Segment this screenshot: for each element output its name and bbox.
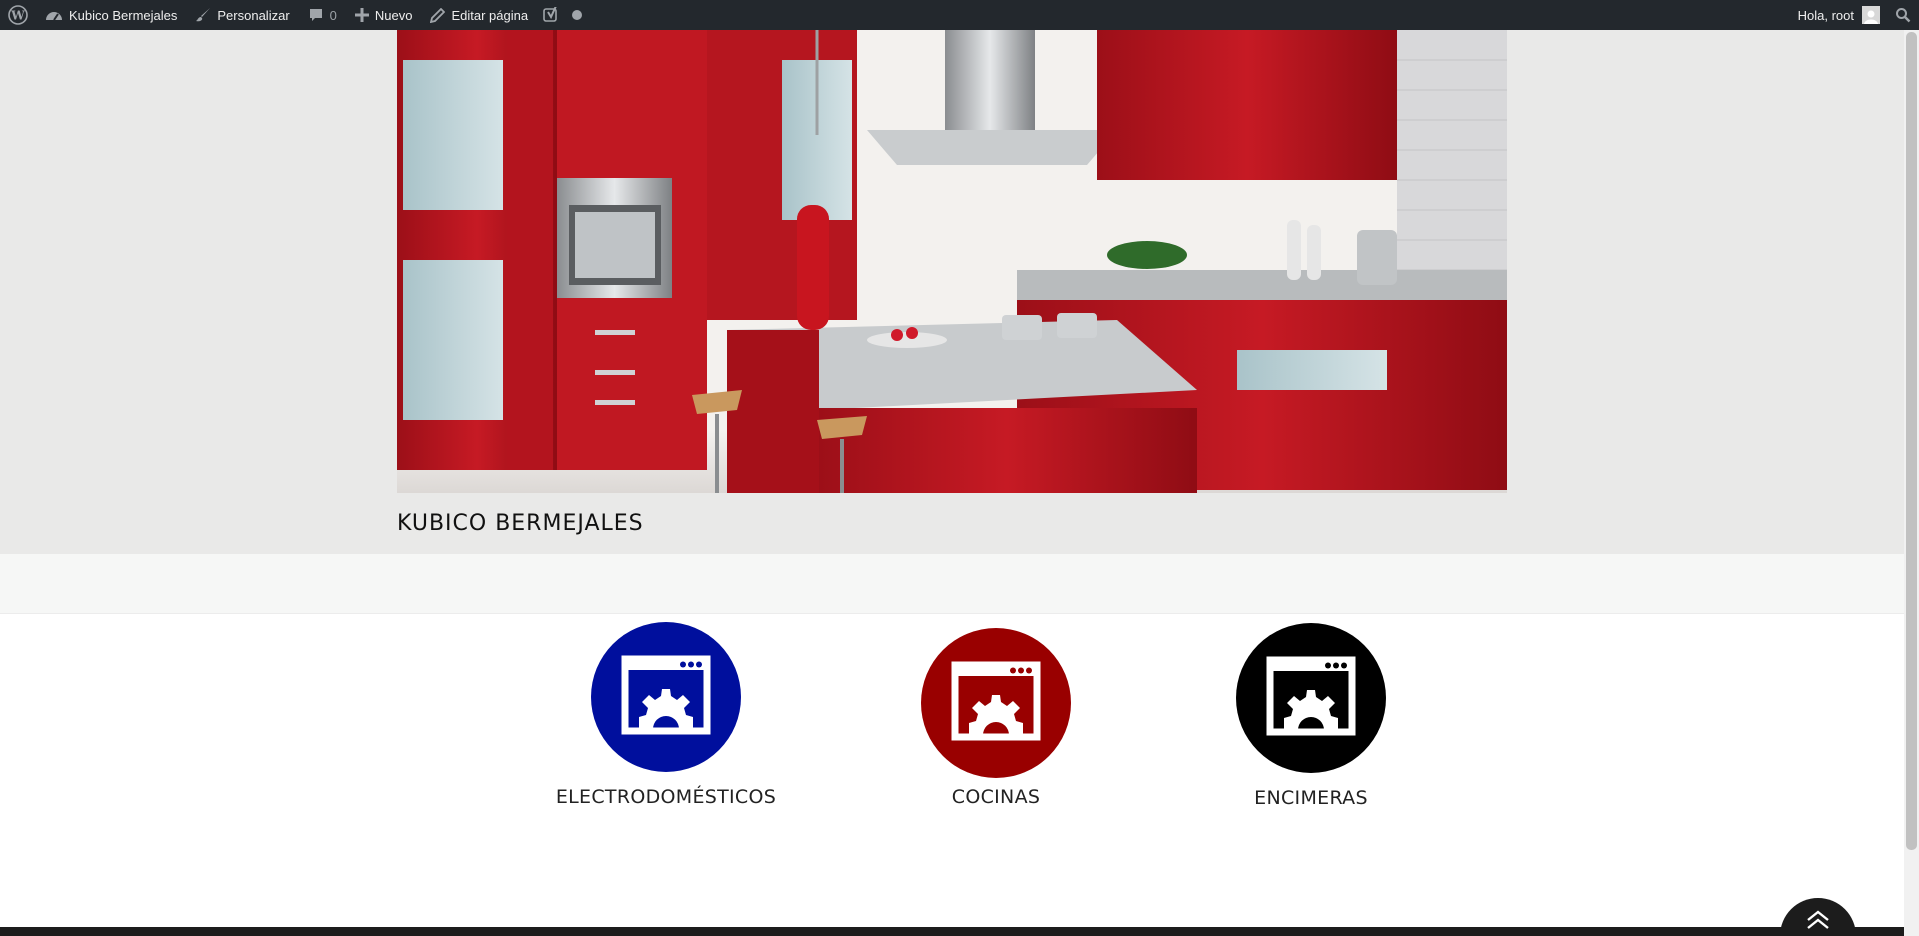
edit-page-link[interactable]: Editar página	[421, 0, 537, 30]
footer-bar	[0, 927, 1904, 936]
browser-settings-icon	[951, 661, 1041, 746]
feature-circle	[921, 628, 1071, 778]
comments-count: 0	[329, 7, 337, 23]
back-to-top-button[interactable]	[1780, 898, 1856, 936]
search-button[interactable]	[1889, 0, 1919, 30]
edit-page-label: Editar página	[451, 7, 529, 23]
svg-text:W: W	[10, 9, 25, 23]
avatar	[1862, 6, 1880, 24]
customize-link[interactable]: Personalizar	[186, 0, 298, 30]
search-icon	[1895, 7, 1911, 23]
admin-bar-right: Hola, root	[1789, 0, 1919, 30]
comment-bubble-icon	[308, 8, 324, 23]
feature-circle	[591, 622, 741, 772]
yoast-icon	[543, 7, 559, 23]
pencil-icon	[430, 7, 446, 23]
wordpress-logo-button[interactable]: W	[0, 0, 36, 30]
site-header: KUBICO BERMEJALES	[0, 30, 1904, 554]
seo-status-indicator[interactable]	[565, 0, 589, 30]
plus-icon	[354, 8, 369, 22]
feature-label: ENCIMERAS	[1254, 787, 1368, 809]
new-content-label: Nuevo	[374, 7, 413, 23]
admin-bar-left: W Kubico Bermejales Personalizar 0 Nuevo…	[0, 0, 589, 30]
site-title[interactable]: KUBICO BERMEJALES	[397, 511, 644, 536]
customize-label: Personalizar	[217, 7, 290, 23]
feature-electrodomesticos[interactable]: ELECTRODOMÉSTICOS	[506, 622, 826, 808]
header-kitchen-image	[397, 30, 1507, 493]
scrollbar-thumb[interactable]	[1906, 32, 1917, 850]
comments-link[interactable]: 0	[299, 0, 346, 30]
page-scrollbar[interactable]	[1904, 30, 1919, 936]
site-name-label: Kubico Bermejales	[69, 7, 178, 23]
wordpress-icon: W	[8, 5, 28, 25]
feature-label: COCINAS	[951, 786, 1041, 808]
browser-settings-icon	[621, 655, 711, 740]
greeting-label: Hola, root	[1797, 7, 1854, 23]
header-bottom-band	[0, 554, 1904, 614]
admin-bar: W Kubico Bermejales Personalizar 0 Nuevo…	[0, 0, 1919, 30]
feature-label: ELECTRODOMÉSTICOS	[555, 786, 777, 808]
yoast-seo-button[interactable]	[537, 0, 565, 30]
status-dot-icon	[571, 9, 583, 21]
dashboard-icon	[45, 8, 63, 22]
feature-cocinas[interactable]: COCINAS	[836, 628, 1156, 808]
paintbrush-icon	[195, 7, 211, 23]
feature-encimeras[interactable]: ENCIMERAS	[1151, 623, 1471, 809]
site-name-link[interactable]: Kubico Bermejales	[36, 0, 186, 30]
my-account-menu[interactable]: Hola, root	[1789, 0, 1889, 30]
new-content-button[interactable]: Nuevo	[346, 0, 422, 30]
feature-circle	[1236, 623, 1386, 773]
browser-settings-icon	[1266, 656, 1356, 741]
